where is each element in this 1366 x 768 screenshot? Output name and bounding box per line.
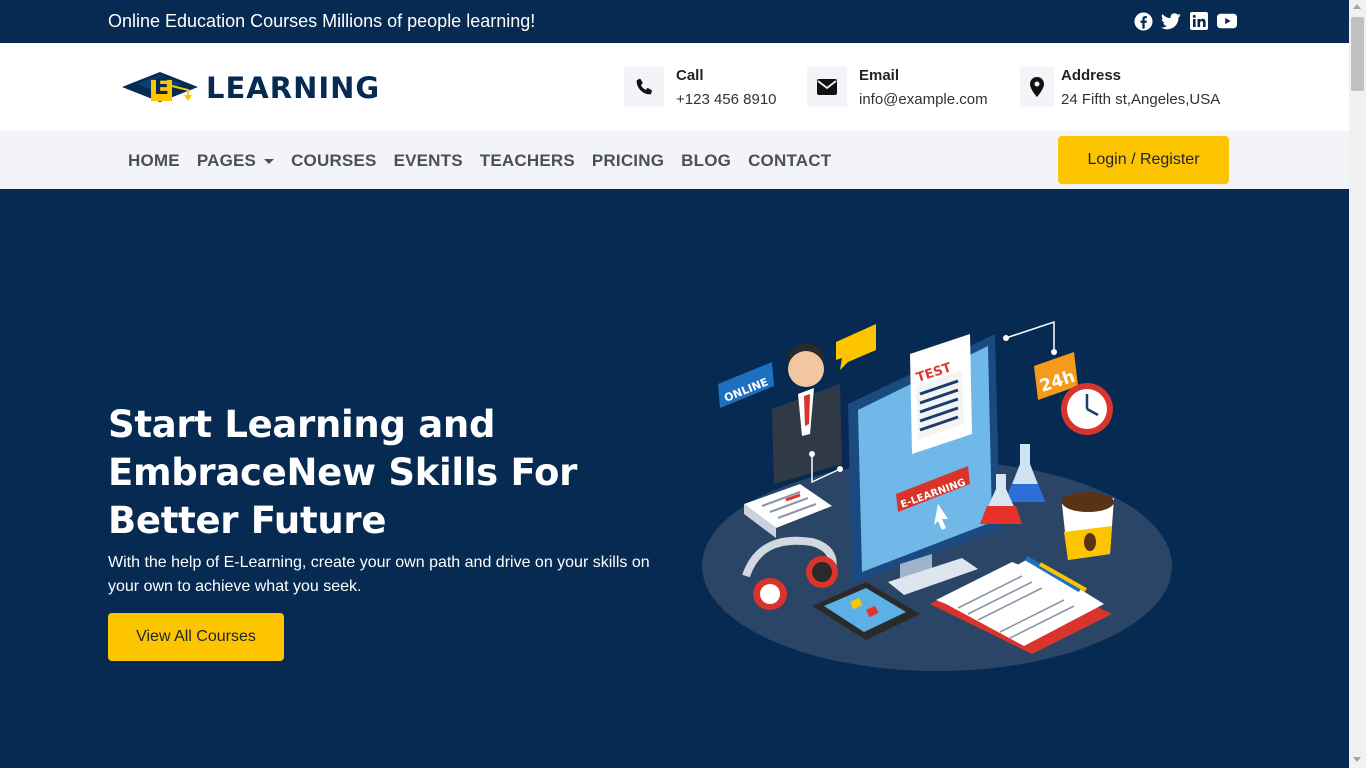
page: Online Education Courses Millions of peo…	[0, 0, 1349, 768]
login-register-button[interactable]: Login / Register	[1058, 136, 1229, 184]
map-marker-icon	[1020, 67, 1054, 107]
page-scrollbar[interactable]	[1349, 0, 1366, 768]
contact-address-label: Address	[1061, 67, 1122, 84]
caret-down-icon	[264, 158, 275, 164]
nav-item-courses[interactable]: COURSES	[291, 151, 376, 171]
hero-subtitle: With the help of E-Learning, create your…	[108, 554, 650, 595]
contact-call: Call +123 456 8910	[624, 67, 777, 109]
nav-item-pages-label: PAGES	[196, 151, 257, 170]
nav-menu: HOME PAGES COURSES EVENTS TEACHERS PRICI…	[128, 151, 831, 171]
contact-address-value: 24 Fifth st,Angeles,USA	[1061, 91, 1221, 108]
hero-section: Start Learning and EmbraceNew Skills For…	[0, 189, 1349, 768]
header: E LEARNING Call +123 456 8910 Email info…	[0, 43, 1349, 131]
contact-address: Address 24 Fifth st,Angeles,USA	[1020, 67, 1220, 109]
linkedin-icon[interactable]	[1189, 11, 1209, 31]
nav-item-contact[interactable]: CONTACT	[748, 151, 831, 171]
contact-call-label: Call	[676, 67, 704, 84]
envelope-icon	[807, 67, 847, 107]
e-learning-illustration: TEST E-LEARNING ONLINE 24h	[702, 320, 1172, 671]
view-all-courses-button[interactable]: View All Courses	[108, 613, 284, 661]
contact-email-value[interactable]: info@example.com	[859, 91, 988, 109]
contact-call-value[interactable]: +123 456 8910	[676, 91, 777, 109]
nav-item-events[interactable]: EVENTS	[394, 151, 463, 171]
contact-email: Email info@example.com	[807, 67, 988, 109]
phone-icon	[624, 67, 664, 107]
main-navbar: HOME PAGES COURSES EVENTS TEACHERS PRICI…	[0, 131, 1349, 189]
nav-item-home[interactable]: HOME	[128, 151, 180, 171]
facebook-icon[interactable]	[1133, 11, 1153, 31]
nav-item-pricing[interactable]: PRICING	[592, 151, 664, 171]
logo-text: LEARNING	[206, 71, 381, 105]
nav-item-pages[interactable]: PAGES	[196, 151, 275, 171]
scrollbar-thumb[interactable]	[1351, 17, 1364, 91]
nav-item-blog[interactable]: BLOG	[681, 151, 731, 171]
scroll-down-arrow-icon[interactable]	[1353, 757, 1361, 762]
top-bar: Online Education Courses Millions of peo…	[0, 0, 1349, 43]
youtube-icon[interactable]	[1217, 11, 1237, 31]
site-logo[interactable]: E LEARNING	[122, 70, 380, 106]
nav-item-teachers[interactable]: TEACHERS	[480, 151, 575, 171]
logo-mark-letter: E	[153, 75, 170, 100]
hero-title: Start Learning and EmbraceNew Skills For…	[108, 403, 578, 542]
scroll-up-arrow-icon[interactable]	[1353, 4, 1361, 9]
twitter-icon[interactable]	[1161, 11, 1181, 31]
top-bar-tagline: Online Education Courses Millions of peo…	[108, 11, 536, 31]
contact-email-label: Email	[859, 67, 900, 84]
social-links	[1133, 11, 1237, 31]
